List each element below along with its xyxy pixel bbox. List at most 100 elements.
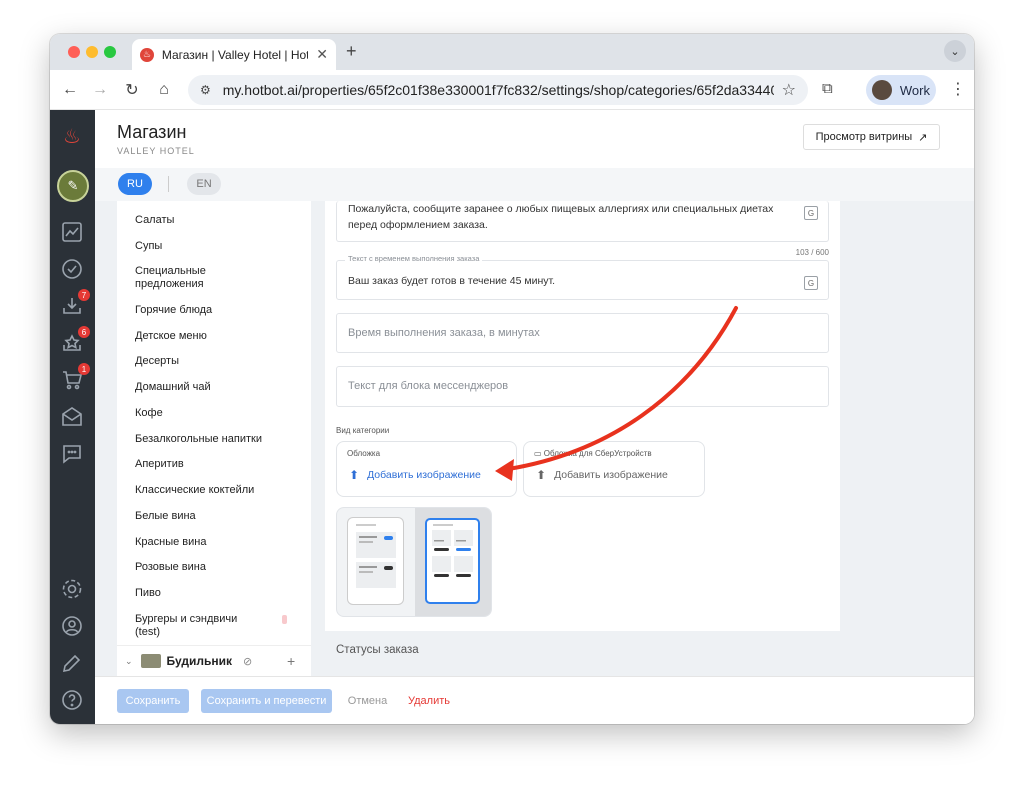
chevron-down-icon[interactable]: ⌄ bbox=[944, 40, 966, 62]
category-item[interactable]: Красные вина bbox=[135, 536, 295, 549]
hotbot-logo-icon[interactable]: ♨ bbox=[63, 124, 81, 149]
add-image-label: Добавить изображение bbox=[554, 469, 668, 481]
cover-label: Обложка bbox=[347, 449, 381, 458]
add-category-button[interactable]: + bbox=[287, 653, 295, 669]
tab-strip: ♨ Магазин | Valley Hotel | Hotbot ✕ + ⌄ bbox=[50, 34, 974, 70]
cancel-button[interactable]: Отмена bbox=[345, 689, 390, 713]
forward-icon[interactable]: → bbox=[88, 78, 112, 102]
site-settings-icon[interactable]: ⚙ bbox=[200, 83, 211, 97]
browser-toolbar: ← → ↻ ⌂ ⚙ my.hotbot.ai/properties/65f2c0… bbox=[50, 70, 974, 110]
inbox-download-icon[interactable]: 7 bbox=[58, 289, 90, 320]
flame-icon: ♨ bbox=[140, 47, 154, 62]
group-thumbnail bbox=[140, 654, 161, 668]
layout-option-grid-selected[interactable] bbox=[425, 518, 480, 604]
lang-tab-en[interactable]: EN bbox=[187, 173, 221, 195]
category-item[interactable]: Аперитив bbox=[135, 458, 295, 471]
category-item[interactable]: Десерты bbox=[135, 355, 295, 368]
browser-window: ♨ Магазин | Valley Hotel | Hotbot ✕ + ⌄ … bbox=[50, 34, 974, 724]
category-item[interactable]: Супы bbox=[135, 240, 295, 253]
ready-minutes-input[interactable]: Время выполнения заказа, в минутах bbox=[336, 313, 829, 353]
page-header: Магазин VALLEY HOTEL Просмотр витрины ↗ bbox=[95, 110, 974, 168]
add-cover-image-button[interactable]: ⬆ Добавить изображение bbox=[349, 468, 481, 482]
ready-time-text-field[interactable]: Текст с временем выполнения заказа Ваш з… bbox=[336, 254, 829, 300]
category-item[interactable]: Пиво bbox=[135, 587, 295, 600]
grid-layout-preview bbox=[432, 524, 473, 577]
sber-cover-text: Обложка для СберУстройств bbox=[543, 449, 652, 458]
language-switcher: RU EN bbox=[95, 168, 974, 201]
list-layout-preview bbox=[356, 524, 396, 588]
address-bar[interactable]: ⚙ my.hotbot.ai/properties/65f2c01f38e330… bbox=[188, 75, 808, 105]
category-item[interactable]: Домашний чай bbox=[135, 381, 295, 394]
divider bbox=[168, 176, 169, 192]
category-view-label: Вид категории bbox=[336, 426, 390, 435]
gear-icon[interactable] bbox=[58, 575, 86, 603]
view-showcase-button[interactable]: Просмотр витрины ↗ bbox=[803, 124, 940, 150]
analytics-icon[interactable] bbox=[58, 218, 86, 246]
chat-bubble-icon[interactable] bbox=[58, 440, 86, 468]
new-tab-button[interactable]: + bbox=[346, 41, 357, 62]
char-counter: 103 / 600 bbox=[795, 248, 829, 257]
delete-button[interactable]: Удалить bbox=[402, 689, 456, 713]
close-icon[interactable]: ✕ bbox=[316, 46, 328, 63]
help-icon[interactable] bbox=[58, 686, 86, 714]
user-circle-icon[interactable] bbox=[58, 612, 86, 640]
back-icon[interactable]: ← bbox=[58, 78, 82, 102]
close-window-button[interactable] bbox=[68, 46, 80, 58]
category-item[interactable]: Классические коктейли bbox=[135, 484, 295, 497]
sber-cover-label: ▭ Обложка для СберУстройств bbox=[534, 449, 652, 458]
mail-upload-icon[interactable] bbox=[58, 403, 86, 431]
page-subtitle: VALLEY HOTEL bbox=[117, 146, 195, 156]
minimize-window-button[interactable] bbox=[86, 46, 98, 58]
cart-icon[interactable]: 1 bbox=[58, 363, 90, 394]
add-sber-image-button[interactable]: ⬆ Добавить изображение bbox=[536, 468, 668, 482]
browser-tab[interactable]: ♨ Магазин | Valley Hotel | Hotbot ✕ bbox=[132, 39, 336, 70]
category-item[interactable]: Детское меню bbox=[135, 330, 295, 343]
home-icon[interactable]: ⌂ bbox=[152, 78, 176, 102]
save-button[interactable]: Сохранить bbox=[117, 689, 189, 713]
view-showcase-label: Просмотр витрины bbox=[815, 131, 913, 143]
url-text[interactable]: my.hotbot.ai/properties/65f2c01f38e33000… bbox=[223, 82, 774, 98]
property-avatar[interactable]: ✎ bbox=[57, 170, 89, 202]
cart-off-icon: ⊘ bbox=[243, 655, 253, 668]
menu-kebab-icon[interactable]: ⋮ bbox=[950, 79, 966, 99]
sber-cover-card: ▭ Обложка для СберУстройств ⬆ Добавить и… bbox=[523, 441, 705, 497]
bookmark-star-icon[interactable]: ☆ bbox=[782, 80, 796, 100]
action-footer: Сохранить Сохранить и перевести Отмена У… bbox=[95, 676, 974, 724]
translate-icon[interactable]: G bbox=[804, 206, 818, 220]
save-and-translate-button[interactable]: Сохранить и перевести bbox=[201, 689, 332, 713]
layout-picker bbox=[336, 507, 492, 617]
reviews-star-icon[interactable]: 6 bbox=[58, 326, 90, 357]
messenger-placeholder: Текст для блока мессенджеров bbox=[348, 380, 509, 392]
category-item[interactable]: Белые вина bbox=[135, 510, 295, 523]
category-item[interactable]: Кофе bbox=[135, 407, 295, 420]
allergy-text-field[interactable]: Пожалуйста, сообщите заранее о любых пищ… bbox=[336, 201, 829, 242]
chevron-down-icon[interactable]: ⌄ bbox=[125, 656, 133, 667]
extensions-icon[interactable]: ⧉ bbox=[822, 80, 833, 97]
category-item[interactable]: Безалкогольные напитки bbox=[135, 433, 295, 446]
category-item[interactable]: Розовые вина bbox=[135, 561, 295, 574]
category-item[interactable]: Горячие блюда bbox=[135, 304, 295, 317]
translate-icon[interactable]: G bbox=[804, 276, 818, 290]
category-group-row[interactable]: ⌄ Будильник ⊘ + bbox=[117, 645, 311, 676]
category-item[interactable]: Салаты bbox=[135, 214, 295, 227]
messenger-text-input[interactable]: Текст для блока мессенджеров bbox=[336, 366, 829, 407]
category-item[interactable]: Бургеры и сэндвичи (test) bbox=[135, 613, 255, 639]
pencil-icon[interactable] bbox=[58, 649, 86, 677]
arrow-up-right-icon: ↗ bbox=[918, 131, 928, 144]
app: ♨ ✎ 7 6 1 Магазин VALLEY HOTEL Просмотр … bbox=[50, 110, 974, 724]
check-circle-icon[interactable] bbox=[58, 255, 86, 283]
layout-option-list[interactable] bbox=[348, 518, 403, 604]
maximize-window-button[interactable] bbox=[104, 46, 116, 58]
page-title: Магазин bbox=[117, 122, 187, 142]
sidebar-rail: ♨ ✎ 7 6 1 bbox=[50, 110, 95, 724]
ready-time-text[interactable]: Ваш заказ будет готов в течение 45 минут… bbox=[348, 273, 555, 289]
category-list: Салаты Супы Специальные предложения Горя… bbox=[117, 201, 311, 676]
allergy-text[interactable]: Пожалуйста, сообщите заранее о любых пищ… bbox=[348, 201, 798, 233]
hidden-indicator bbox=[282, 615, 287, 624]
profile-button[interactable]: Work bbox=[866, 75, 936, 105]
lang-tab-ru[interactable]: RU bbox=[118, 173, 152, 195]
device-icon: ▭ bbox=[534, 449, 542, 458]
category-item[interactable]: Специальные предложения bbox=[135, 265, 225, 291]
reload-icon[interactable]: ↻ bbox=[120, 78, 144, 102]
profile-label: Work bbox=[899, 82, 930, 98]
